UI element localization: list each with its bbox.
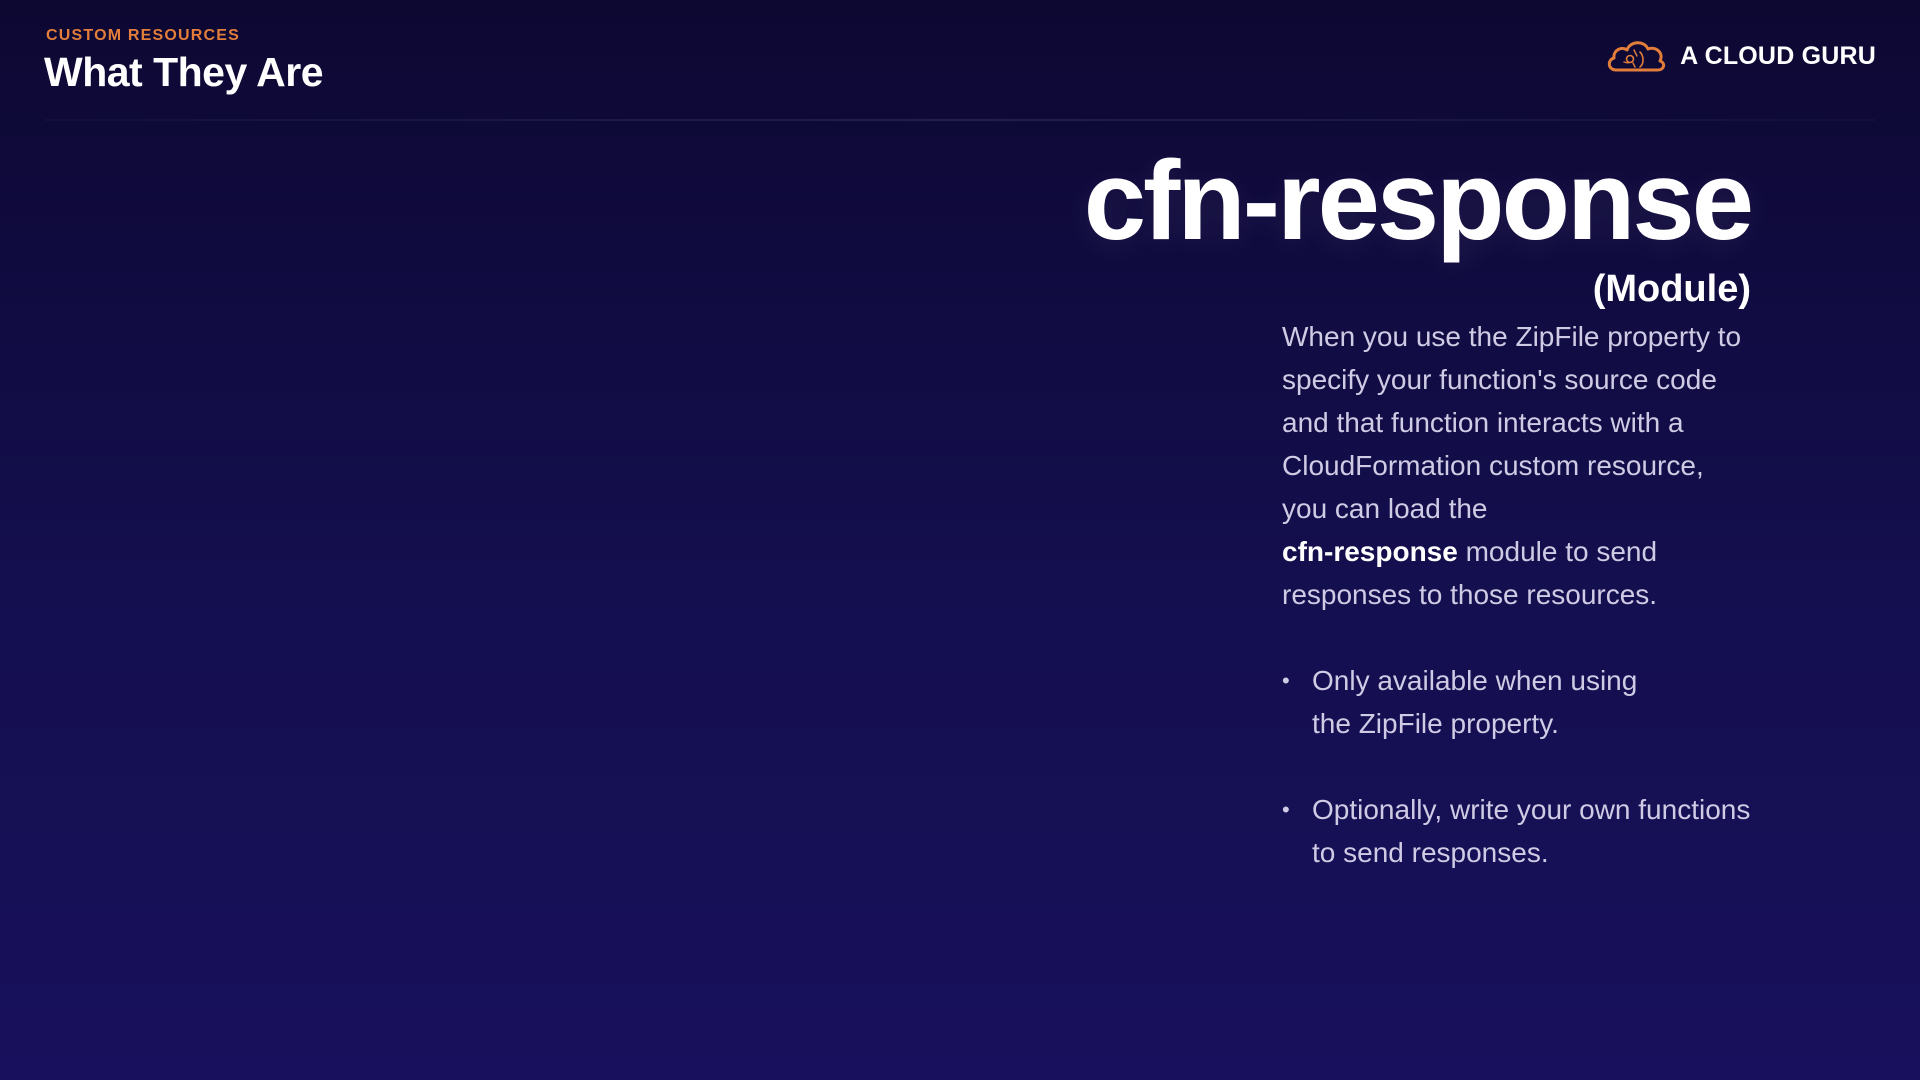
intro-text: When you use the ZipFile property to spe… <box>1282 321 1742 524</box>
list-item: • Optionally, write your own functions t… <box>1282 788 1882 874</box>
brand-name: A CLOUD GURU <box>1680 41 1876 70</box>
slide-title: What They Are <box>44 49 324 95</box>
hero-subtitle: (Module) <box>1592 268 1751 310</box>
bullet-list: • Only available when using the ZipFile … <box>1282 659 1882 874</box>
bullet-icon: • <box>1282 797 1290 822</box>
bullet-text: Optionally, write your own functions to … <box>1312 794 1751 868</box>
list-item: • Only available when using the ZipFile … <box>1282 659 1882 745</box>
cloud-logo-icon <box>1607 41 1666 72</box>
intro-paragraph: When you use the ZipFile property to spe… <box>1282 315 1882 616</box>
bullet-icon: • <box>1282 668 1290 693</box>
brand-logo: A CLOUD GURU <box>1604 36 1876 76</box>
section-eyebrow: CUSTOM RESOURCES <box>46 27 241 44</box>
module-name: cfn-response <box>1282 536 1458 567</box>
header-divider <box>44 119 1876 121</box>
bullet-text: Only available when using the ZipFile pr… <box>1312 665 1638 739</box>
content-block: When you use the ZipFile property to spe… <box>1282 315 1882 917</box>
hero-title: cfn-response <box>1083 138 1754 263</box>
hero: cfn-response (Module) <box>1083 136 1754 311</box>
